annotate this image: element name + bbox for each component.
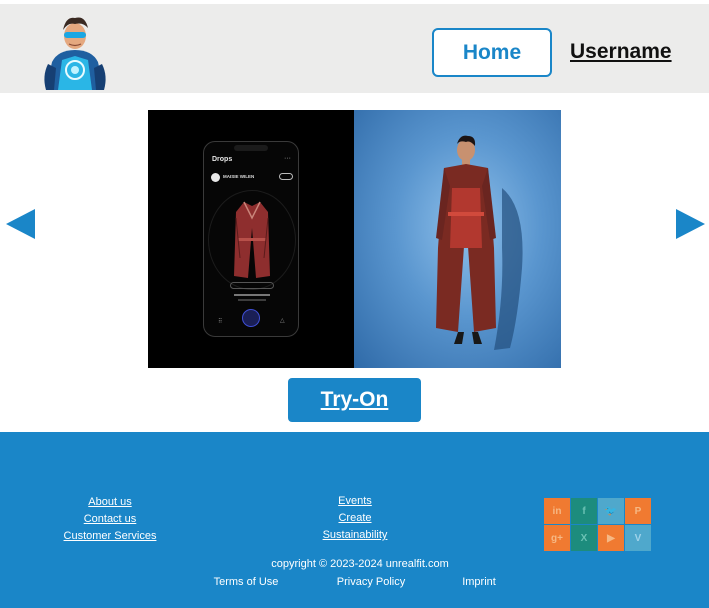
brand-avatar [211, 173, 220, 182]
social-icons-grid: in f 🐦 Pg+ X ▶ V [544, 498, 651, 551]
carousel-image: Drops ··· MAISIE WILEN ⠿ △ [148, 110, 561, 368]
linkedin-icon[interactable]: in [544, 498, 570, 524]
brand-name: MAISIE WILEN [223, 174, 255, 179]
superhero-logo[interactable] [38, 12, 112, 92]
copyright-text: copyright © 2023-2024 unrealfit.com [271, 558, 449, 570]
youtube-icon[interactable]: ▶ [598, 525, 624, 551]
footer-link-terms[interactable]: Terms of Use [206, 576, 286, 588]
username-link[interactable]: Username [570, 40, 672, 64]
coat-icon [234, 201, 270, 278]
footer-link-imprint[interactable]: Imprint [444, 576, 514, 588]
vine-icon[interactable]: V [625, 525, 651, 551]
footer-link-contact[interactable]: Contact us [60, 513, 160, 525]
footer-link-about[interactable]: About us [60, 496, 160, 508]
phone-app-panel: Drops ··· MAISIE WILEN ⠿ △ [148, 110, 354, 368]
grid-icon: ⠿ [218, 319, 223, 325]
phone-mockup: Drops ··· MAISIE WILEN ⠿ △ [203, 141, 299, 337]
phone-app-title: Drops [212, 156, 233, 163]
try-on-button[interactable]: Try-On [288, 378, 421, 422]
brand-follow-pill [279, 173, 293, 180]
pinterest-icon[interactable]: P [625, 498, 651, 524]
footer-link-customer-services[interactable]: Customer Services [50, 530, 170, 542]
header: Home Username [0, 4, 709, 93]
phone-more-icon: ··· [284, 155, 291, 162]
footer-link-privacy[interactable]: Privacy Policy [331, 576, 411, 588]
footer-link-sustainability[interactable]: Sustainability [305, 529, 405, 541]
footer-link-create[interactable]: Create [305, 512, 405, 524]
superhero-logo-image [44, 17, 106, 90]
twitter-icon[interactable]: 🐦 [598, 498, 624, 524]
phone-cta-button [230, 282, 274, 289]
footer: About us Contact us Customer Services Ev… [0, 432, 709, 608]
carousel-prev-arrow-icon[interactable] [6, 209, 35, 239]
model-photo [436, 135, 523, 350]
carousel-next-arrow-icon[interactable] [676, 209, 705, 239]
phone-notch [234, 145, 268, 151]
home-button[interactable]: Home [432, 28, 552, 77]
facebook-icon[interactable]: f [571, 498, 597, 524]
triangle-icon: △ [280, 318, 285, 324]
scan-icon [242, 309, 260, 327]
model-photo-panel [354, 110, 561, 368]
phone-caption-line [238, 299, 266, 301]
footer-link-events[interactable]: Events [305, 495, 405, 507]
google-plus-icon[interactable]: g+ [544, 525, 570, 551]
x-icon[interactable]: X [571, 525, 597, 551]
phone-caption-line [234, 294, 270, 296]
phone-brand-row: MAISIE WILEN [211, 173, 293, 183]
